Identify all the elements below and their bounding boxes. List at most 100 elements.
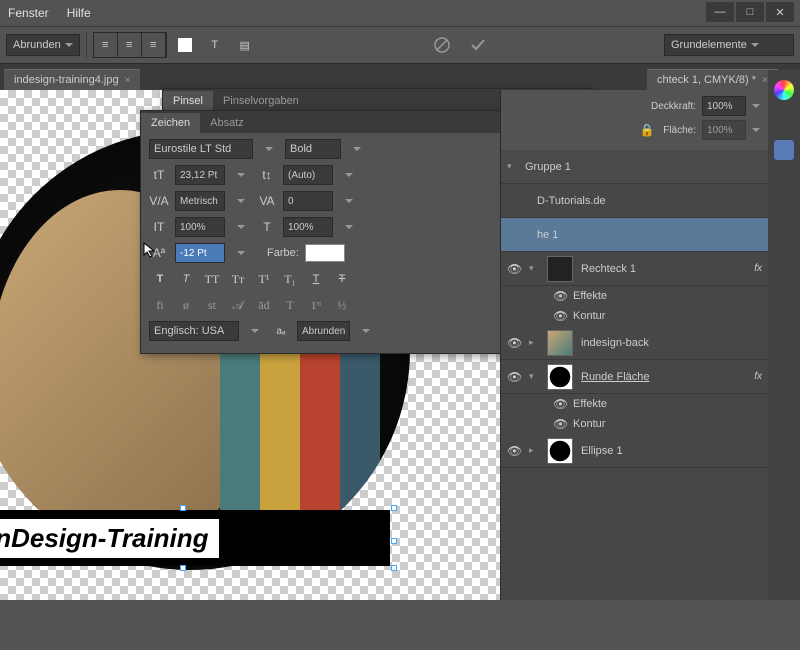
font-family-select[interactable]: Eurostile LT Std: [149, 139, 253, 159]
fill-label: Fläche:: [663, 125, 696, 136]
options-bar: Abrunden ≡ ≡ ≡ T ▤ Grundelemente: [0, 26, 800, 64]
vscale-input[interactable]: 100%: [175, 217, 225, 237]
chevron-down-icon: [751, 43, 759, 47]
visibility-icon[interactable]: 👁: [507, 336, 521, 350]
aa-icon: aₐ: [271, 321, 291, 341]
tab-zeichen[interactable]: Zeichen: [141, 113, 200, 133]
layer-runde-flaeche[interactable]: 👁 ▾ Runde Fläche fx: [501, 360, 768, 394]
lock-icon[interactable]: 🔒: [637, 120, 657, 140]
layer-he1[interactable]: he 1: [501, 218, 768, 252]
swash-button[interactable]: 𝒜: [227, 295, 249, 315]
fill-input[interactable]: 100%: [702, 120, 746, 140]
layers-panel: Deckkraft: 100% 🔒 Fläche: 100% ▾ Gruppe …: [500, 90, 768, 600]
titling-button[interactable]: ād: [253, 295, 275, 315]
tracking-icon: VA: [257, 191, 277, 211]
fx-badge[interactable]: fx: [754, 263, 762, 274]
fontsize-icon: tT: [149, 165, 169, 185]
kerning-icon: V/A: [149, 191, 169, 211]
vscale-icon: IT: [149, 217, 169, 237]
smallcaps-button[interactable]: Tᴛ: [227, 269, 249, 289]
subscript-button[interactable]: T₁: [279, 269, 301, 289]
layer-effekte[interactable]: 👁Effekte: [501, 286, 768, 306]
window-controls: — □ ✕: [706, 2, 794, 22]
language-select[interactable]: Englisch: USA: [149, 321, 239, 341]
layer-thumb: [547, 330, 573, 356]
allcaps-button[interactable]: TT: [201, 269, 223, 289]
doc-tab-2[interactable]: chteck 1, CMYK/8) *×: [647, 69, 778, 90]
align-center-icon[interactable]: ≡: [118, 33, 142, 57]
banner-text-layer[interactable]: InDesign-Training: [0, 510, 390, 566]
font-weight-select[interactable]: Bold: [285, 139, 341, 159]
visibility-icon[interactable]: 👁: [507, 370, 521, 384]
fx-badge[interactable]: fx: [754, 371, 762, 382]
color-wheel-icon[interactable]: [774, 80, 794, 100]
leading-icon: t↕: [257, 165, 277, 185]
baseline-shift-input[interactable]: -12 Pt: [175, 243, 225, 263]
close-icon[interactable]: ×: [762, 75, 768, 86]
banner-text: InDesign-Training: [0, 523, 209, 553]
panels-icon[interactable]: ▤: [233, 33, 257, 57]
opacity-input[interactable]: 100%: [702, 96, 746, 116]
color-label: Farbe:: [267, 247, 299, 259]
contextual-button[interactable]: ø: [175, 295, 197, 315]
layer-thumb: [547, 438, 573, 464]
layer-rechteck1[interactable]: 👁 ▾ Rechteck 1 fx: [501, 252, 768, 286]
superscript-button[interactable]: T¹: [253, 269, 275, 289]
layer-thumb: [547, 256, 573, 282]
align-group: ≡ ≡ ≡: [93, 32, 167, 58]
tab-absatz[interactable]: Absatz: [200, 113, 254, 133]
commit-icon[interactable]: [463, 33, 493, 57]
layer-indesign-back[interactable]: 👁 ▸ indesign-back: [501, 326, 768, 360]
stylistic-button[interactable]: st: [201, 295, 223, 315]
menu-hilfe[interactable]: Hilfe: [67, 6, 91, 20]
align-left-icon[interactable]: ≡: [94, 33, 118, 57]
strike-button[interactable]: T: [331, 269, 353, 289]
expand-icon[interactable]: ▾: [507, 161, 517, 172]
baseline-icon: Aª: [149, 243, 169, 263]
swatches-icon[interactable]: [774, 140, 794, 160]
font-size-input[interactable]: 23,12 Pt: [175, 165, 225, 185]
document-tabs: indesign-training4.jpg× chteck 1, CMYK/8…: [0, 64, 800, 90]
warp-text-icon[interactable]: T: [203, 33, 227, 57]
ordinals-button[interactable]: T: [279, 295, 301, 315]
text-color-swatch[interactable]: [305, 244, 345, 262]
italic-button[interactable]: T: [175, 269, 197, 289]
align-right-icon[interactable]: ≡: [142, 33, 166, 57]
visibility-icon[interactable]: 👁: [507, 444, 521, 458]
menubar: Fenster Hilfe: [0, 0, 800, 26]
layer-tutorials[interactable]: D-Tutorials.de: [501, 184, 768, 218]
chevron-down-icon: [65, 43, 73, 47]
workspace-select[interactable]: Grundelemente: [664, 34, 794, 56]
close-icon[interactable]: ×: [125, 75, 131, 86]
antialias-select-2[interactable]: Abrunden: [297, 321, 350, 341]
layer-gruppe1[interactable]: ▾ Gruppe 1: [501, 150, 768, 184]
cancel-icon[interactable]: [427, 33, 457, 57]
tracking-input[interactable]: 0: [283, 191, 333, 211]
ligatures-button[interactable]: fi: [149, 295, 171, 315]
layer-thumb: [547, 364, 573, 390]
tab-pinsel[interactable]: Pinsel: [163, 91, 213, 111]
antialias-select[interactable]: Abrunden: [6, 34, 80, 56]
maximize-button[interactable]: □: [736, 2, 764, 22]
minimize-button[interactable]: —: [706, 2, 734, 22]
swatch-icon[interactable]: [173, 33, 197, 57]
tab-pinselvorgaben[interactable]: Pinselvorgaben: [213, 91, 309, 111]
layers-list: ▾ Gruppe 1 D-Tutorials.de he 1 👁 ▾ Recht…: [501, 150, 768, 468]
opacity-label: Deckkraft:: [651, 101, 696, 112]
doc-tab-1[interactable]: indesign-training4.jpg×: [4, 69, 140, 90]
hscale-icon: T: [257, 217, 277, 237]
layer-effekte-2[interactable]: 👁Effekte: [501, 394, 768, 414]
hscale-input[interactable]: 100%: [283, 217, 333, 237]
visibility-icon[interactable]: 👁: [507, 262, 521, 276]
kerning-select[interactable]: Metrisch: [175, 191, 225, 211]
close-button[interactable]: ✕: [766, 2, 794, 22]
layer-kontur[interactable]: 👁Kontur: [501, 306, 768, 326]
ordinal-button[interactable]: 1ˢᵗ: [305, 295, 327, 315]
layer-kontur-2[interactable]: 👁Kontur: [501, 414, 768, 434]
menu-fenster[interactable]: Fenster: [8, 6, 49, 20]
underline-button[interactable]: T: [305, 269, 327, 289]
leading-input[interactable]: (Auto): [283, 165, 333, 185]
fractions-button[interactable]: ½: [331, 295, 353, 315]
layer-ellipse1[interactable]: 👁 ▸ Ellipse 1: [501, 434, 768, 468]
bold-button[interactable]: T: [149, 269, 171, 289]
